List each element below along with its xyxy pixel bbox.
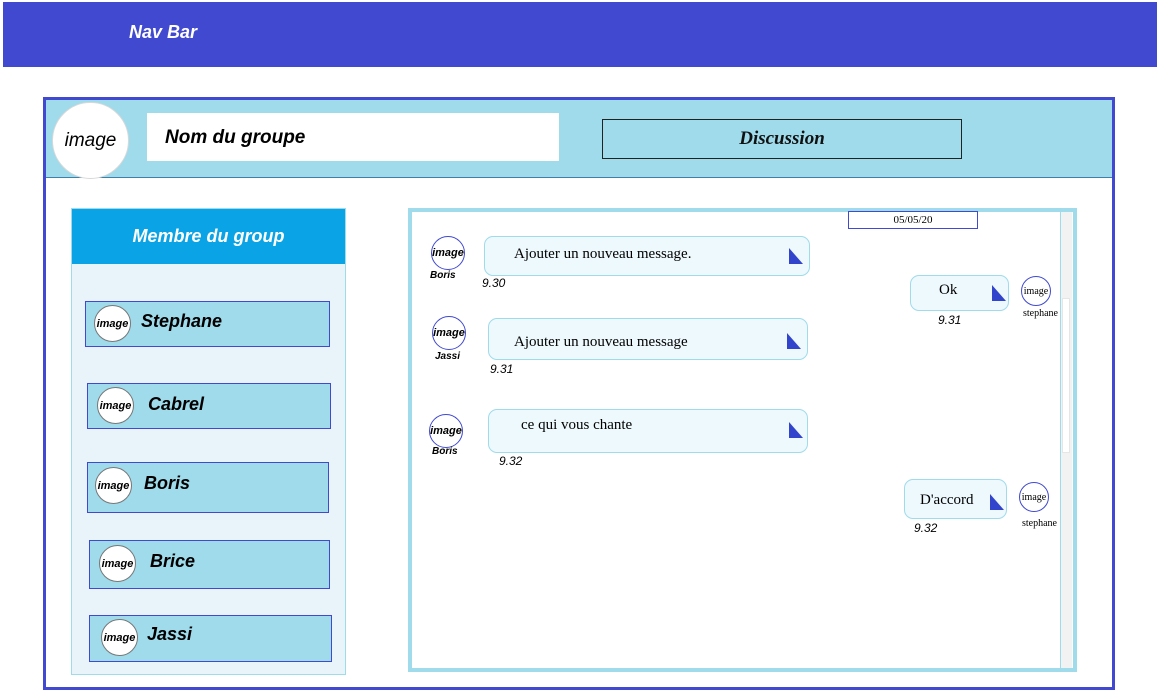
message-time: 9.30 — [482, 276, 506, 290]
sender-avatar: image — [432, 316, 466, 350]
message-text: ce qui vous chante — [521, 417, 633, 433]
send-corner-icon[interactable] — [992, 285, 1006, 301]
member-avatar: image — [101, 619, 138, 656]
chat-date: 05/05/20 — [848, 211, 978, 229]
message-time: 9.32 — [499, 454, 523, 468]
sender-name: stephane — [1022, 518, 1057, 529]
message-text: Ajouter un nouveau message — [514, 334, 688, 350]
group-name: Nom du groupe — [165, 127, 306, 148]
sender-avatar: image — [429, 414, 463, 448]
member-name: Boris — [144, 473, 191, 493]
sender-avatar: image — [1019, 482, 1049, 512]
message-text: D'accord — [920, 492, 974, 508]
member-avatar: image — [99, 545, 136, 582]
member-name: Brice — [150, 551, 196, 571]
sender-name: Boris — [432, 446, 458, 457]
nav-bar-title: Nav Bar — [129, 22, 198, 42]
group-avatar[interactable]: image — [52, 102, 129, 179]
message-time: 9.31 — [490, 362, 514, 376]
member-name: Jassi — [147, 624, 193, 644]
member-name: Cabrel — [148, 394, 205, 414]
sender-avatar: image — [431, 236, 465, 270]
sender-name: stephane — [1023, 308, 1058, 319]
send-corner-icon[interactable] — [990, 494, 1004, 510]
send-corner-icon[interactable] — [789, 248, 803, 264]
discussion-label: Discussion — [739, 128, 825, 149]
member-name: Stephane — [141, 311, 223, 331]
chat-scroll-thumb[interactable] — [1062, 298, 1070, 453]
member-avatar: image — [97, 387, 134, 424]
send-corner-icon[interactable] — [787, 333, 801, 349]
message-text: Ajouter un nouveau message. — [514, 246, 692, 262]
message-time: 9.32 — [914, 521, 938, 535]
member-avatar: image — [94, 305, 131, 342]
sender-name: Boris — [430, 270, 456, 281]
members-panel — [71, 208, 346, 675]
member-avatar: image — [95, 467, 132, 504]
discussion-tab[interactable]: Discussion — [602, 119, 962, 159]
members-header: Membre du group — [72, 209, 345, 264]
sender-avatar: image — [1021, 276, 1051, 306]
sender-name: Jassi — [435, 351, 461, 362]
message-text: Ok — [939, 282, 958, 298]
message-time: 9.31 — [938, 313, 962, 327]
send-corner-icon[interactable] — [789, 422, 803, 438]
members-title: Membre du group — [132, 226, 285, 246]
